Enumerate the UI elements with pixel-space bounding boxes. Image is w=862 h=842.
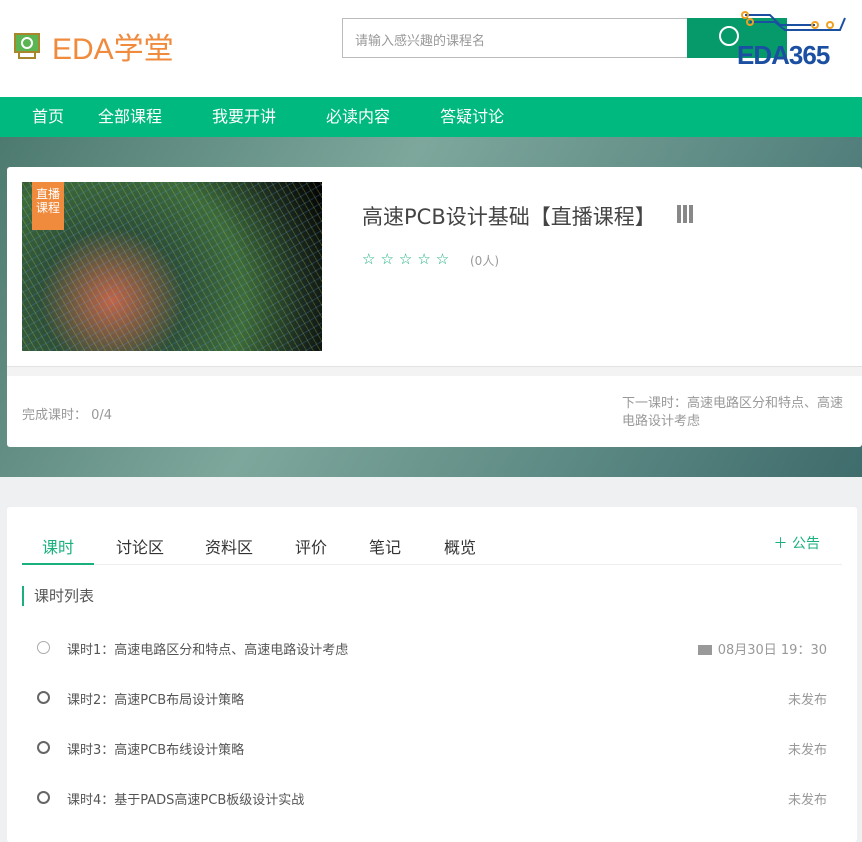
rating-count: (0人) <box>470 254 499 268</box>
lesson-item[interactable]: 课时3：高速PCB布线设计策略 未发布 <box>37 738 827 758</box>
lesson-item[interactable]: 课时2：高速PCB布局设计策略 未发布 <box>37 688 827 708</box>
tab-notes[interactable]: 笔记 <box>369 534 401 558</box>
lesson-time: 08月30日 19：30 <box>717 643 827 658</box>
lesson-status: 未发布 <box>787 693 827 708</box>
video-camera-icon <box>697 645 712 655</box>
course-content: 课时 讨论区 资料区 评价 笔记 概览 ＋ 公告 课时列表 课时1：高速电路区分… <box>7 507 857 842</box>
course-card: 直播课程 高速PCB设计基础【直播课程】 ☆☆☆☆☆ (0人) 完成课时： 0/… <box>7 167 862 447</box>
lesson-name: 课时4：基于PADS高速PCB板级设计实战 <box>67 793 305 808</box>
status-circle-icon <box>37 641 50 654</box>
search-icon <box>719 26 739 46</box>
lesson-name: 课时3：高速PCB布线设计策略 <box>67 743 245 758</box>
course-title: 高速PCB设计基础【直播课程】 <box>362 205 656 229</box>
nav-must-read[interactable]: 必读内容 <box>326 97 390 137</box>
lesson-item[interactable]: 课时4：基于PADS高速PCB板级设计实战 未发布 <box>37 788 827 808</box>
tab-materials[interactable]: 资料区 <box>205 534 253 558</box>
tab-reviews[interactable]: 评价 <box>295 534 327 558</box>
add-notice-button[interactable]: ＋ 公告 <box>774 533 820 553</box>
status-circle-icon <box>37 691 50 704</box>
main-nav: 首页 全部课程 我要开讲 必读内容 答疑讨论 <box>0 97 862 137</box>
nav-qa[interactable]: 答疑讨论 <box>440 97 504 137</box>
eda365-brand[interactable]: EDA365 <box>737 40 830 71</box>
circuit-lines-icon <box>741 11 846 31</box>
presentation-board-icon <box>12 31 42 61</box>
tab-bar: 课时 讨论区 资料区 评价 笔记 概览 ＋ 公告 <box>22 525 842 565</box>
rating-stars[interactable]: ☆☆☆☆☆ <box>362 250 454 268</box>
tab-discussion[interactable]: 讨论区 <box>116 534 164 558</box>
nav-all-courses[interactable]: 全部课程 <box>98 97 162 137</box>
live-badge: 直播课程 <box>32 182 64 230</box>
tab-overview[interactable]: 概览 <box>444 534 476 558</box>
course-thumbnail[interactable]: 直播课程 <box>22 182 322 351</box>
lesson-status: 未发布 <box>787 743 827 758</box>
search-input[interactable]: 请输入感兴趣的课程名 <box>342 18 688 58</box>
tab-lessons[interactable]: 课时 <box>42 534 74 558</box>
nav-teach[interactable]: 我要开讲 <box>212 97 276 137</box>
completed-lessons: 完成课时： 0/4 <box>22 408 113 423</box>
lesson-name: 课时2：高速PCB布局设计策略 <box>67 693 245 708</box>
divider <box>7 366 862 376</box>
active-tab-indicator <box>22 563 94 565</box>
lesson-status: 未发布 <box>787 793 827 808</box>
status-circle-icon <box>37 791 50 804</box>
lesson-item[interactable]: 课时1：高速电路区分和特点、高速电路设计考虑 08月30日 19：30 <box>37 638 827 658</box>
site-logo[interactable]: EDA学堂 <box>12 24 174 68</box>
section-title: 课时列表 <box>22 586 94 606</box>
next-lesson-link[interactable]: 下一课时：高速电路区分和特点、高速电路设计考虑 <box>622 395 854 431</box>
header: EDA学堂 请输入感兴趣的课程名 EDA365 <box>0 0 862 97</box>
logo-text: EDA学堂 <box>52 33 174 66</box>
status-circle-icon <box>37 741 50 754</box>
nav-home[interactable]: 首页 <box>32 97 64 137</box>
lesson-name: 课时1：高速电路区分和特点、高速电路设计考虑 <box>67 643 349 658</box>
qr-code-icon[interactable] <box>677 205 695 223</box>
